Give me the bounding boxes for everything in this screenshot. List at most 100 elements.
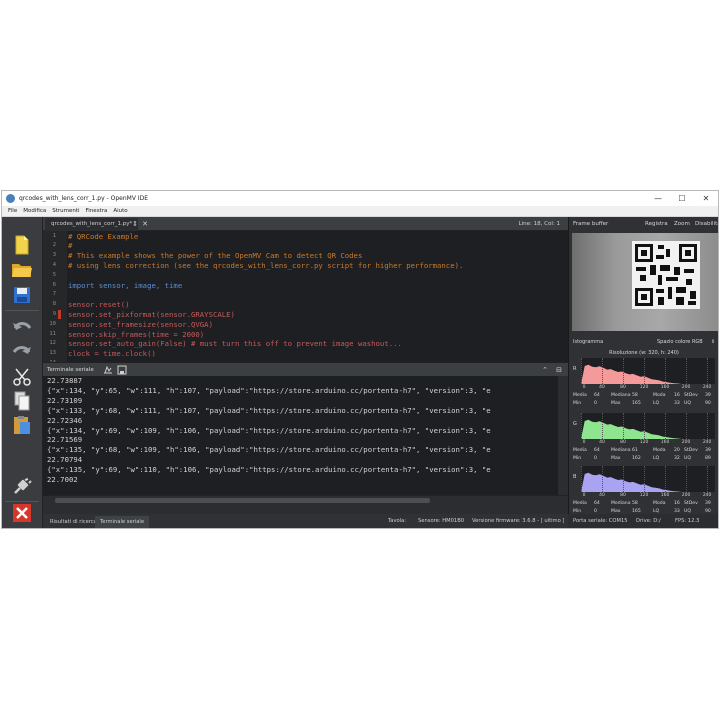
stat-value-lq: 33	[674, 509, 680, 514]
tab-terminale-seriale[interactable]: Terminale seriale	[95, 516, 150, 528]
tick-label: 240	[702, 440, 712, 445]
line-number: 4	[52, 261, 56, 268]
tab-risultati-di-ricerca[interactable]: Risultati di ricerca	[45, 516, 102, 528]
stat-label-mediana: Mediana	[611, 501, 631, 506]
menu-strumenti[interactable]: Strumenti	[52, 208, 79, 214]
copy-button[interactable]	[10, 390, 34, 412]
code-line: 7	[43, 290, 568, 300]
tick-label: 40	[599, 440, 605, 445]
line-number: 8	[52, 301, 56, 308]
minimize-button[interactable]: —	[646, 191, 670, 206]
close-tab-icon[interactable]: ✕	[140, 218, 150, 230]
terminal-line: 22.70794	[47, 455, 83, 465]
paste-button[interactable]	[10, 414, 34, 436]
frame-buffer-title: Frame buffer	[573, 221, 609, 227]
stat-label-mediana: Mediana	[611, 393, 631, 398]
stat-value-min: 0	[594, 456, 597, 461]
stat-value-media: 64	[594, 448, 600, 453]
stat-value-moda: 16	[674, 501, 680, 506]
connect-button[interactable]	[10, 476, 34, 498]
stop-button[interactable]	[10, 502, 34, 524]
close-window-button[interactable]: ✕	[694, 191, 718, 206]
histogram-bar: Istogramma Spazio colore RGB ⇕	[569, 335, 718, 349]
code-editor[interactable]: 1 # QRCode Example 2 #3 # This example shows…	[43, 231, 568, 362]
gridline	[623, 466, 625, 492]
stat-label-moda: Moda	[653, 448, 666, 453]
stat-row: Media 64 Mediana 61 Moda 20 StDev 39	[573, 448, 715, 456]
wave-icon[interactable]	[103, 365, 113, 375]
stat-label-stdev: StDev	[684, 393, 698, 398]
terminal-line: {"x":133, "y":68, "w":111, "h":107, "pay…	[47, 405, 491, 415]
stat-label-mediana: Mediana	[611, 448, 631, 453]
tab-dropdown-icon[interactable]: ⇕	[130, 218, 140, 230]
tick-label: 240	[702, 493, 712, 498]
gridline	[707, 358, 709, 384]
menu-aiuto[interactable]: Aiuto	[113, 208, 127, 214]
stat-row: Min 0 Max 165 LQ 33 UQ 90	[573, 509, 715, 517]
record-button[interactable]: Registra	[645, 217, 668, 231]
stat-label-uq: UQ	[684, 509, 691, 514]
terminal-maximize-icon[interactable]: ⊟	[554, 364, 564, 376]
cut-button[interactable]	[10, 366, 34, 388]
zoom-button[interactable]: Zoom	[674, 217, 690, 231]
code-text: import sensor, image, time	[68, 280, 183, 290]
resolution-label: Risoluzione (w: 320, h: 240)	[609, 350, 679, 356]
code-text: # using lens correction (see the qrcodes…	[68, 260, 464, 270]
code-line: 6 import sensor, image, time	[43, 281, 568, 291]
tab-qrcodes-file[interactable]: qrcodes_with_lens_corr_1.py*	[45, 218, 139, 231]
scrollbar-thumb[interactable]	[55, 498, 430, 503]
tick-label: 240	[702, 385, 712, 390]
histogram-channel-label: B	[573, 474, 577, 480]
terminal-line: {"x":134, "y":65, "w":111, "h":107, "pay…	[47, 385, 491, 395]
tick-label: 80	[620, 493, 626, 498]
code-text: clock = time.clock()	[68, 349, 156, 359]
undo-button[interactable]	[10, 316, 34, 338]
disable-button[interactable]: Disabilita	[695, 217, 718, 231]
new-file-icon	[15, 235, 29, 255]
menu-file[interactable]: File	[8, 208, 17, 214]
histogram-area	[581, 472, 682, 492]
stat-value-mediana: 58	[632, 501, 638, 506]
status-firmware[interactable]: Versione firmware: 3.6.8 - [ ultimo ]	[472, 515, 564, 527]
terminal-line: {"x":134, "y":69, "w":109, "h":106, "pay…	[47, 425, 491, 435]
terminal-vertical-scrollbar[interactable]	[558, 376, 568, 495]
terminal-horizontal-scrollbar[interactable]	[43, 495, 568, 504]
color-space-select[interactable]: Spazio colore RGB	[657, 335, 703, 349]
tick-label: 80	[620, 385, 626, 390]
code-line: 13 clock = time.clock()	[43, 349, 568, 359]
open-file-button[interactable]	[10, 259, 34, 281]
serial-terminal[interactable]: 22.73887 {"x":134, "y":65, "w":111, "h":1…	[43, 376, 568, 495]
redo-button[interactable]	[10, 340, 34, 362]
gridline	[581, 358, 582, 384]
code-line: 8 sensor.reset()	[43, 300, 568, 310]
terminal-collapse-icon[interactable]: ⌃	[540, 364, 550, 376]
menu-modifica[interactable]: Modifica	[23, 208, 46, 214]
terminal-save-icon[interactable]	[117, 365, 127, 375]
plug-icon	[14, 478, 32, 494]
maximize-button[interactable]: ☐	[670, 191, 694, 206]
openmv-app-icon	[6, 194, 15, 203]
stat-value-max: 165	[632, 401, 641, 406]
menu-finestra[interactable]: Finestra	[86, 208, 108, 214]
left-toolbar	[2, 217, 43, 528]
stat-label-media: Media	[573, 501, 587, 506]
gridline	[665, 358, 667, 384]
gridline	[644, 358, 646, 384]
gridline	[665, 413, 667, 439]
chevron-updown-icon[interactable]: ⇕	[711, 335, 715, 349]
code-text: sensor.reset()	[68, 300, 130, 310]
copy-icon	[14, 391, 30, 411]
terminal-header: Terminale seriale ⌃ ⊟	[43, 362, 568, 376]
stat-value-max: 162	[632, 456, 641, 461]
gridline	[602, 358, 604, 384]
histogram-channel-label: G	[573, 421, 577, 427]
save-button[interactable]	[10, 284, 34, 306]
code-line: 9 sensor.set_pixformat(sensor.GRAYSCALE)	[43, 310, 568, 320]
gridline	[581, 413, 582, 439]
code-line: 2 #	[43, 241, 568, 251]
window-title: qrcodes_with_lens_corr_1.py - OpenMV IDE	[19, 195, 149, 202]
new-file-button[interactable]	[10, 234, 34, 256]
tick-label: 40	[599, 493, 605, 498]
stat-label-stdev: StDev	[684, 501, 698, 506]
stat-value-lq: 33	[674, 401, 680, 406]
